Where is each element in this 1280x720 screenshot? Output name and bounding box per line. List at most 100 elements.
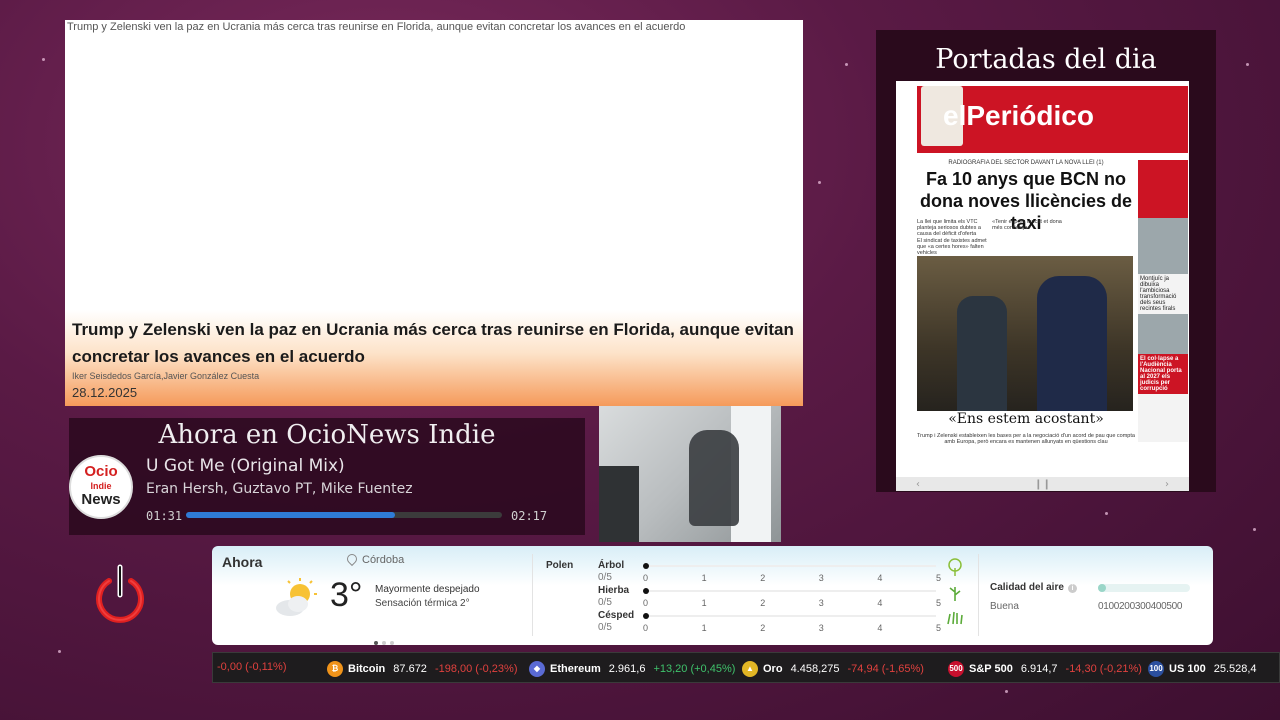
partly-sunny-icon (276, 578, 317, 616)
sparkle (1246, 63, 1249, 66)
newspaper-cover[interactable]: elPeriódico RADIOGRAFIA DEL SECTOR DAVAN… (896, 81, 1189, 491)
cover-subcaption: Trump i Zelenski estableixen les bases p… (917, 433, 1135, 445)
air-quality-bar (1098, 584, 1190, 592)
photo-figure-right (1037, 276, 1107, 411)
cover-sidebar: Montjuïc ja dibuixa l'ambiciosa transfor… (1138, 160, 1188, 442)
prev-arrow-icon[interactable]: ‹ (916, 479, 920, 490)
webcam-feed (599, 406, 781, 542)
pollen-track (646, 565, 936, 567)
webcam-chair (689, 430, 739, 526)
sidebar-image (1138, 218, 1188, 274)
sparkle (1105, 512, 1108, 515)
ticker-item-sp500[interactable]: 500 S&P 500 6.914,7 -14,30 (-0,21%) (948, 661, 1142, 677)
market-ticker: -0,00 (-0,11%) ₿ Bitcoin 87.672 -198,00 … (212, 652, 1280, 683)
grass-icon (949, 587, 961, 601)
front-pages-title: Portadas del dia (935, 44, 1157, 75)
newspaper-name: elPeriódico (943, 100, 1094, 131)
sidebar-image-2 (1138, 314, 1188, 354)
carousel-dots[interactable] (374, 632, 398, 650)
ticker-change: +13,20 (+0,45%) (653, 663, 736, 675)
pause-icon[interactable]: ❙❙ (1034, 479, 1051, 490)
webcam-plant (599, 466, 639, 542)
power-icon[interactable] (93, 563, 147, 625)
sparkle (42, 58, 45, 61)
news-card[interactable]: Trump y Zelenski ven la paz en Ucrania m… (65, 20, 803, 406)
pollen-ticks: 012345 (643, 573, 941, 583)
news-authors: Iker Seisdedos García,Javier González Cu… (72, 371, 260, 381)
ticker-item-ethereum[interactable]: ◆ Ethereum 2.961,6 +13,20 (+0,45%) (529, 661, 735, 677)
ticker-price: 4.458,275 (790, 663, 840, 675)
air-quality-dot (1098, 584, 1106, 592)
pollen-ticks: 012345 (643, 598, 941, 608)
weather-condition: Mayormente despejado (375, 584, 480, 595)
us100-icon: 100 (1148, 661, 1164, 677)
cover-columns: La llei que limita els VTC planteja seri… (917, 219, 1135, 256)
lawn-icon (947, 611, 963, 625)
ticker-price: 25.528,4 (1213, 663, 1257, 675)
ticker-change: -0,00 (-0,11%) (217, 661, 287, 673)
pollen-track (646, 590, 936, 592)
sparkle (1005, 690, 1008, 693)
pollen-row-lawn: Césped 0/5 012345 (598, 610, 963, 634)
pollen-value: 0/5 (598, 597, 612, 608)
station-logo: Ocio Indie News (69, 455, 133, 519)
sidebar-red-box (1138, 160, 1188, 218)
ticker-price: 87.672 (393, 663, 427, 675)
ticker-change: -74,94 (-1,65%) (847, 663, 924, 675)
pollen-level-dot (643, 563, 649, 569)
ticker-price: 6.914,7 (1020, 663, 1058, 675)
news-footer: Trump y Zelenski ven la paz en Ucrania m… (65, 310, 803, 406)
front-pages-panel: Portadas del dia elPeriódico RADIOGRAFIA… (876, 30, 1216, 492)
ticker-name: US 100 (1169, 663, 1206, 675)
ticker-name: Ethereum (550, 663, 601, 675)
weather-feels-like: Sensación térmica 2° (375, 598, 470, 609)
elapsed-time: 01:31 (146, 509, 183, 523)
next-arrow-icon[interactable]: › (1165, 479, 1169, 490)
bitcoin-icon: ₿ (327, 661, 343, 677)
cover-caption: «Ens estem acostant» (948, 411, 1104, 427)
cover-kicker: RADIOGRAFIA DEL SECTOR DAVANT LA NOVA LL… (948, 160, 1104, 166)
sparkle (845, 63, 848, 66)
pollen-level-dot (643, 588, 649, 594)
ethereum-icon: ◆ (529, 661, 545, 677)
cover-col-2: «Tenir el preu tancat et dona més confia… (992, 219, 1062, 231)
air-quality-value: Buena (990, 601, 1019, 612)
info-icon[interactable]: i (1067, 584, 1077, 593)
pollen-ticks: 012345 (643, 623, 941, 633)
ticker-item-bitcoin[interactable]: ₿ Bitcoin 87.672 -198,00 (-0,23%) (327, 661, 517, 677)
divider (978, 554, 979, 636)
track-artists: Eran Hersh, Guztavo PT, Mike Fuentez (146, 481, 413, 497)
pollen-name: Hierba (598, 585, 630, 596)
logo-text-3: News (81, 491, 121, 508)
ticker-name: Bitcoin (348, 663, 386, 675)
pollen-value: 0/5 (598, 572, 612, 583)
cover-nav: ‹ ❙❙ › (896, 477, 1189, 491)
ticker-item[interactable]: -0,00 (-0,11%) (217, 661, 287, 673)
pollen-label: Polen (546, 560, 574, 571)
ticker-change: -198,00 (-0,23%) (434, 663, 518, 675)
photo-figure-left (957, 296, 1007, 411)
weather-location[interactable]: Córdoba (344, 551, 404, 567)
track-title: U Got Me (Original Mix) (146, 456, 345, 476)
air-quality-label: Calidad del aire i (990, 582, 1077, 593)
sidebar-text-1: Montjuïc ja dibuixa l'ambiciosa transfor… (1140, 276, 1177, 312)
pollen-name: Árbol (598, 560, 625, 571)
pollen-level-dot (643, 613, 649, 619)
tree-icon (948, 558, 962, 576)
weather-now-label: Ahora (222, 554, 263, 570)
news-title[interactable]: Trump y Zelenski ven la paz en Ucrania m… (72, 316, 796, 370)
now-playing-heading: Ahora en OcioNews Indie (158, 420, 496, 450)
ticker-item-gold[interactable]: ▲ Oro 4.458,275 -74,94 (-1,65%) (742, 661, 924, 677)
ticker-item-us100[interactable]: 100 US 100 25.528,4 (1148, 661, 1265, 677)
total-time: 02:17 (511, 509, 548, 523)
pollen-track (646, 615, 936, 617)
ticker-price: 2.961,6 (608, 663, 646, 675)
air-quality-label-text: Calidad del aire (990, 582, 1064, 593)
newspaper-masthead: elPeriódico (917, 86, 1188, 153)
progress-bar[interactable] (186, 512, 502, 518)
weather-temperature: 3° (330, 576, 363, 614)
cover-col-1: La llei que limita els VTC planteja seri… (917, 219, 981, 237)
gold-icon: ▲ (742, 661, 758, 677)
pollen-name: Césped (598, 610, 635, 621)
location-pin-icon (344, 551, 360, 567)
